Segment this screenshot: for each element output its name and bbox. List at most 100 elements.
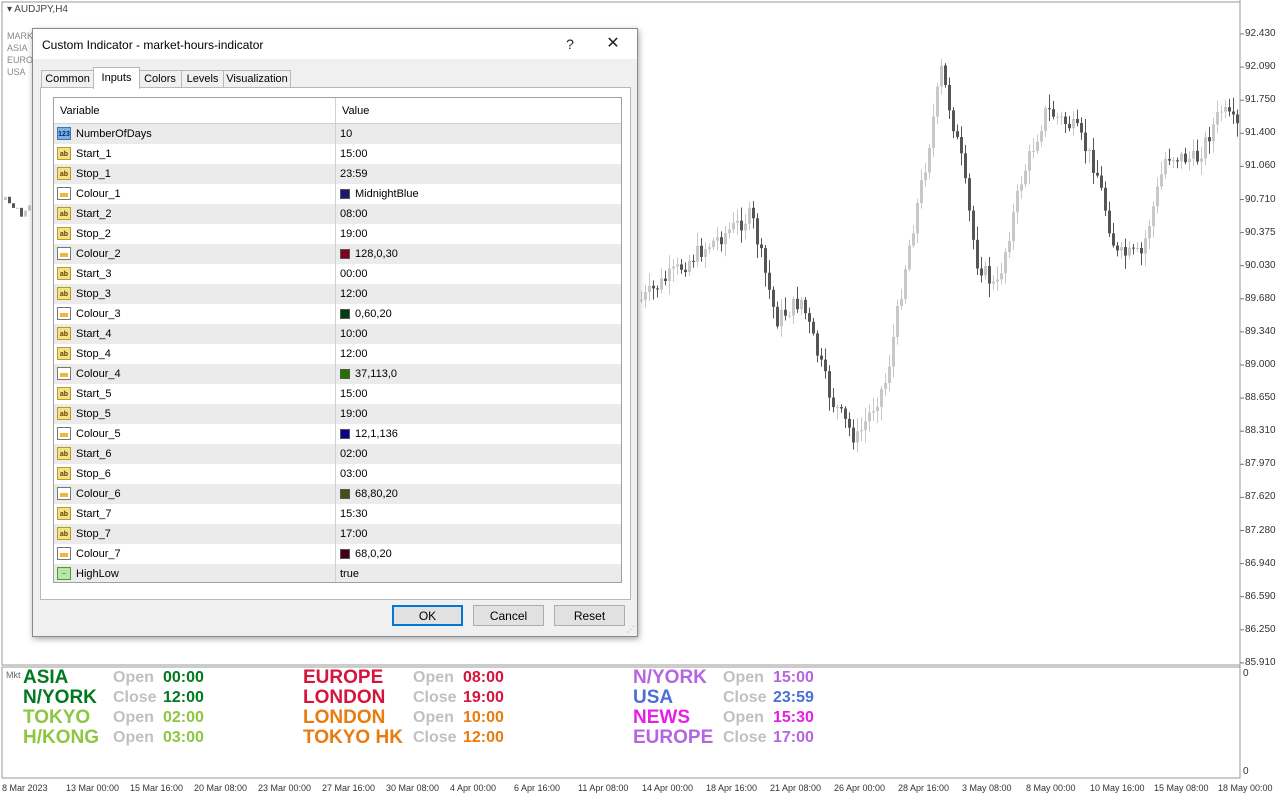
param-value[interactable]: 15:30 bbox=[340, 504, 368, 524]
param-value[interactable]: 68,80,20 bbox=[355, 484, 398, 504]
param-name: Colour_1 bbox=[76, 188, 121, 200]
tab-inputs[interactable]: Inputs bbox=[93, 67, 140, 89]
param-name: Colour_7 bbox=[76, 548, 121, 560]
param-row[interactable]: ab Stop_1 23:59 bbox=[54, 164, 621, 184]
color-swatch[interactable] bbox=[340, 249, 350, 259]
color-swatch[interactable] bbox=[340, 489, 350, 499]
chart-symbol-label: ▾ AUDJPY,H4 bbox=[7, 4, 68, 15]
cancel-button[interactable]: Cancel bbox=[473, 605, 544, 626]
string-type-icon: ab bbox=[57, 407, 71, 420]
param-row[interactable]: ab Start_2 08:00 bbox=[54, 204, 621, 224]
param-name: NumberOfDays bbox=[76, 128, 152, 140]
session-name: LONDON bbox=[303, 687, 386, 708]
dialog-title-bar[interactable]: Custom Indicator - market-hours-indicato… bbox=[33, 29, 637, 59]
resize-grip-icon[interactable]: ⋰ bbox=[627, 625, 635, 634]
session-event: Close bbox=[723, 689, 767, 706]
price-tick-label: 89.340 bbox=[1245, 325, 1276, 337]
param-row[interactable]: ab Stop_4 12:00 bbox=[54, 344, 621, 364]
param-row[interactable]: Colour_2 128,0,30 bbox=[54, 244, 621, 264]
tab-levels[interactable]: Levels bbox=[181, 70, 224, 88]
param-value[interactable]: 10:00 bbox=[340, 324, 368, 344]
param-row[interactable]: ab Stop_3 12:00 bbox=[54, 284, 621, 304]
param-row[interactable]: ab Start_1 15:00 bbox=[54, 144, 621, 164]
help-button[interactable]: ? bbox=[560, 34, 580, 54]
param-row[interactable]: ~ HighLow true bbox=[54, 564, 621, 582]
param-value[interactable]: 12,1,136 bbox=[355, 424, 398, 444]
param-row[interactable]: ab Start_3 00:00 bbox=[54, 264, 621, 284]
session-name: TOKYO bbox=[23, 707, 91, 728]
param-name: Start_4 bbox=[76, 328, 112, 340]
tab-common[interactable]: Common bbox=[41, 70, 94, 88]
param-value[interactable]: 37,113,0 bbox=[355, 364, 397, 384]
param-value[interactable]: 0,60,20 bbox=[355, 304, 392, 324]
param-value[interactable]: true bbox=[340, 564, 359, 582]
tab-visualization[interactable]: Visualization bbox=[223, 70, 291, 88]
color-swatch[interactable] bbox=[340, 549, 350, 559]
param-value[interactable]: 68,0,20 bbox=[355, 544, 392, 564]
color-swatch[interactable] bbox=[340, 369, 350, 379]
session-event: Close bbox=[113, 689, 157, 706]
param-row[interactable]: Colour_6 68,80,20 bbox=[54, 484, 621, 504]
session-time: 19:00 bbox=[463, 689, 504, 706]
param-value[interactable]: 128,0,30 bbox=[355, 244, 398, 264]
column-value[interactable]: Value bbox=[342, 105, 369, 117]
param-value[interactable]: 10 bbox=[340, 124, 352, 144]
price-tick-label: 91.750 bbox=[1245, 94, 1276, 106]
reset-button[interactable]: Reset bbox=[554, 605, 625, 626]
param-value[interactable]: 02:00 bbox=[340, 444, 368, 464]
param-row[interactable]: ab Start_4 10:00 bbox=[54, 324, 621, 344]
param-row[interactable]: ab Start_6 02:00 bbox=[54, 444, 621, 464]
time-tick-label: 30 Mar 08:00 bbox=[386, 783, 440, 793]
param-value[interactable]: 15:00 bbox=[340, 384, 368, 404]
session-event: Open bbox=[723, 709, 764, 726]
session-event: Open bbox=[413, 709, 454, 726]
tab-colors[interactable]: Colors bbox=[138, 70, 182, 88]
price-tick-label: 88.310 bbox=[1245, 425, 1276, 437]
color-swatch[interactable] bbox=[340, 309, 350, 319]
param-row[interactable]: Colour_1 MidnightBlue bbox=[54, 184, 621, 204]
session-name: NEWS bbox=[633, 707, 690, 728]
param-row[interactable]: 123 NumberOfDays 10 bbox=[54, 124, 621, 144]
color-type-icon bbox=[57, 367, 71, 380]
param-value[interactable]: 12:00 bbox=[340, 284, 368, 304]
price-tick-label: 87.970 bbox=[1245, 458, 1276, 470]
color-swatch[interactable] bbox=[340, 429, 350, 439]
chart-menu-chevron-icon[interactable]: ▾ bbox=[7, 4, 12, 15]
param-value[interactable]: 08:00 bbox=[340, 204, 368, 224]
legend-line: EURO bbox=[7, 55, 34, 65]
param-value[interactable]: 03:00 bbox=[340, 464, 368, 484]
param-row[interactable]: ab Stop_5 19:00 bbox=[54, 404, 621, 424]
param-name: Start_3 bbox=[76, 268, 112, 280]
param-value[interactable]: 19:00 bbox=[340, 224, 368, 244]
param-row[interactable]: Colour_4 37,113,0 bbox=[54, 364, 621, 384]
column-variable[interactable]: Variable bbox=[60, 105, 100, 117]
param-row[interactable]: ab Stop_6 03:00 bbox=[54, 464, 621, 484]
param-value[interactable]: 12:00 bbox=[340, 344, 368, 364]
param-value[interactable]: 19:00 bbox=[340, 404, 368, 424]
param-value[interactable]: 23:59 bbox=[340, 164, 368, 184]
param-row[interactable]: ab Start_7 15:30 bbox=[54, 504, 621, 524]
param-row[interactable]: ab Stop_7 17:00 bbox=[54, 524, 621, 544]
time-tick-label: 20 Mar 08:00 bbox=[194, 783, 248, 793]
close-icon[interactable]: ✕ bbox=[601, 33, 625, 55]
dialog-title: Custom Indicator - market-hours-indicato… bbox=[42, 38, 264, 52]
param-value[interactable]: 15:00 bbox=[340, 144, 368, 164]
param-value[interactable]: 00:00 bbox=[340, 264, 368, 284]
color-swatch[interactable] bbox=[340, 189, 350, 199]
session-name: EUROPE bbox=[303, 667, 384, 688]
column-separator[interactable] bbox=[335, 98, 336, 582]
param-row[interactable]: Colour_5 12,1,136 bbox=[54, 424, 621, 444]
custom-indicator-dialog[interactable]: Custom Indicator - market-hours-indicato… bbox=[32, 28, 638, 637]
symbol-text: AUDJPY,H4 bbox=[14, 4, 68, 15]
legend-line: ASIA bbox=[7, 43, 28, 53]
param-row[interactable]: Colour_7 68,0,20 bbox=[54, 544, 621, 564]
price-tick-label: 90.030 bbox=[1245, 259, 1276, 271]
ok-button[interactable]: OK bbox=[392, 605, 463, 626]
param-row[interactable]: Colour_3 0,60,20 bbox=[54, 304, 621, 324]
param-row[interactable]: ab Start_5 15:00 bbox=[54, 384, 621, 404]
param-value[interactable]: 17:00 bbox=[340, 524, 368, 544]
param-name: Start_6 bbox=[76, 448, 112, 460]
param-row[interactable]: ab Stop_2 19:00 bbox=[54, 224, 621, 244]
param-value[interactable]: MidnightBlue bbox=[355, 184, 419, 204]
string-type-icon: ab bbox=[57, 207, 71, 220]
